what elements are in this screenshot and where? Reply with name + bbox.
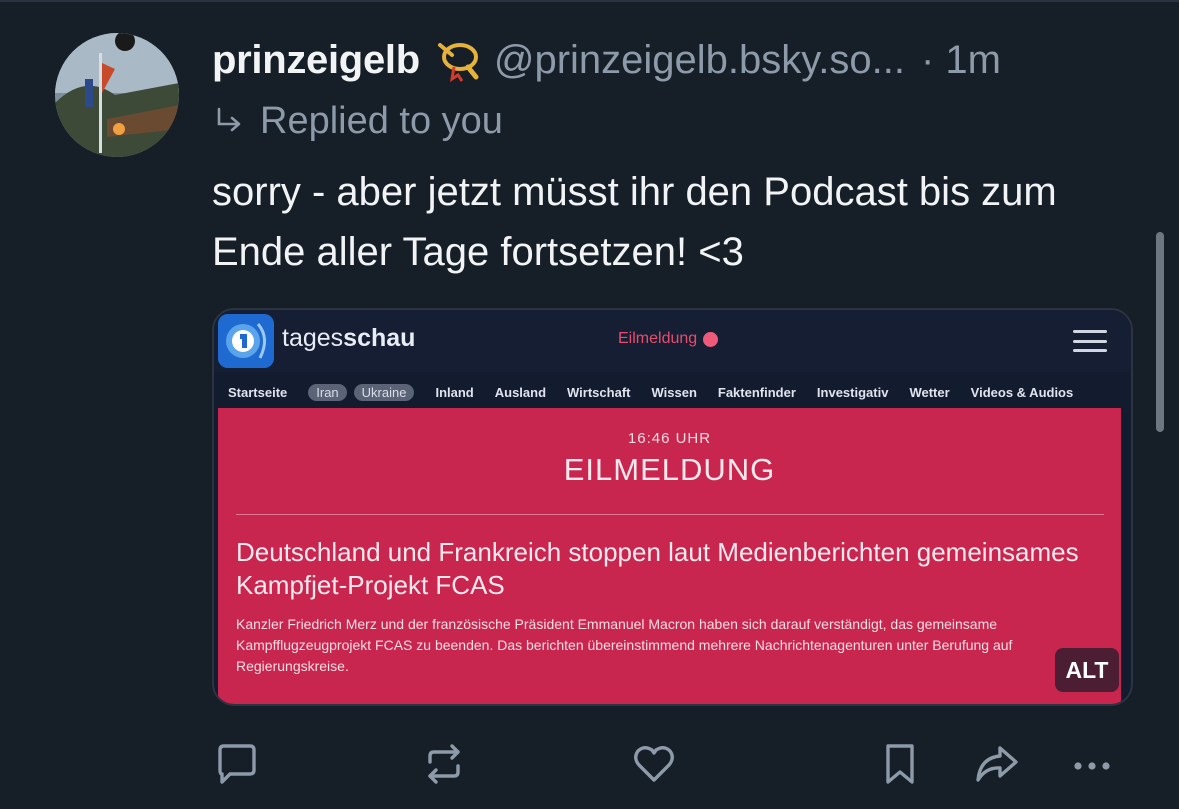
top-divider [0,0,1179,2]
display-name[interactable]: prinzeigelb [212,38,420,83]
breaking-time: 16:46 UHR [627,430,712,447]
post-text: sorry - aber jetzt müsst ihr den Podcast… [212,170,1057,274]
replied-to-label: Replied to you [260,99,503,142]
bookmark-icon [886,744,914,784]
postal-horn-icon [434,37,480,83]
like-button[interactable] [628,738,680,790]
alt-text-button[interactable]: ALT [1055,648,1119,692]
repost-button[interactable] [418,738,470,790]
avatar[interactable] [55,33,179,157]
share-button[interactable] [970,738,1022,790]
menu-icon [1073,330,1107,352]
post-actions [0,738,1179,794]
tagesschau-nav: Startseite Iran Ukraine Inland Ausland W… [228,382,1094,402]
reply-context: Replied to you [214,96,503,146]
nav-faktenfinder: Faktenfinder [717,384,796,400]
nav-wetter: Wetter [909,384,950,400]
repost-icon [428,744,460,784]
divider [236,514,1104,515]
tagesschau-brand: tagesschau [282,324,415,353]
bookmark-button[interactable] [874,738,926,790]
reply-button[interactable] [210,738,262,790]
eilmeldung-label: Eilmeldung [618,330,698,347]
like-icon [634,746,674,782]
brand-bold: schau [343,324,416,352]
live-dot-icon [703,331,719,347]
avatar-photo [55,33,179,157]
nav-investigativ: Investigativ [816,384,889,400]
breaking-body: Kanzler Friedrich Merz und der französis… [236,616,1013,674]
more-button[interactable] [1066,738,1118,790]
nav-wirtschaft: Wirtschaft [567,384,631,400]
image-embed[interactable]: tagesschau Eilmeldung Startseite Iran Uk… [212,308,1133,706]
nav-iran: Iran [308,383,347,401]
nav-videos: Videos & Audios [970,384,1074,400]
more-icon [1074,762,1110,770]
nav-ausland: Ausland [494,384,547,400]
post-time[interactable]: · 1m [921,38,1001,83]
tagesschau-header: tagesschau Eilmeldung [214,310,1131,372]
tagesschau-logo-icon [218,314,274,368]
reply-arrow-icon [217,107,241,132]
nav-startseite: Startseite [228,384,288,400]
post-header: prinzeigelb @prinzeigelb.bsky.so... · 1m [212,30,1142,90]
breaking-title: EILMELDUNG [563,452,776,487]
scrollbar[interactable] [1156,232,1164,432]
nav-inland: Inland [435,384,474,400]
reply-icon [218,744,256,784]
breaking-headline: Deutschland und Frankreich stoppen laut … [236,537,1079,600]
breaking-news-box: 16:46 UHR EILMELDUNG Deutschland und Fra… [218,408,1121,704]
user-handle[interactable]: @prinzeigelb.bsky.so... [494,38,905,83]
nav-ukraine: Ukraine [353,383,415,401]
eilmeldung-indicator: Eilmeldung [618,330,719,348]
brand-light: tages [282,324,344,352]
nav-wissen: Wissen [651,384,697,400]
share-icon [976,746,1018,782]
